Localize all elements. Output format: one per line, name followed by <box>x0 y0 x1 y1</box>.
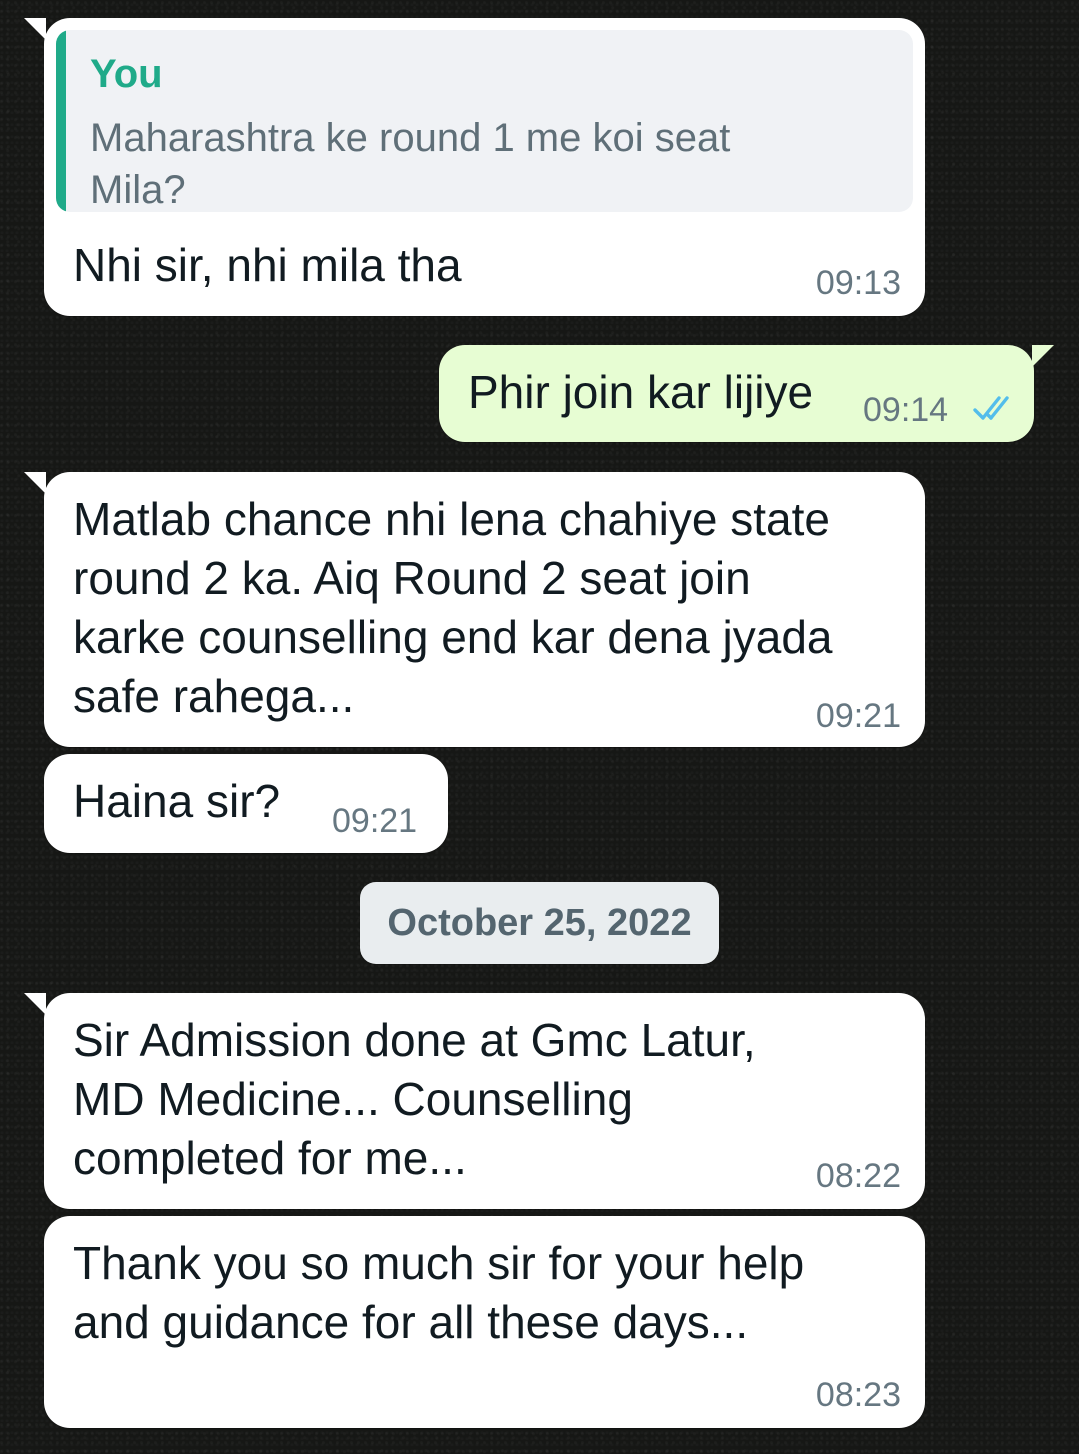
message-text: Thank you so much sir for your help and … <box>73 1237 805 1348</box>
message-text: Matlab chance nhi lena chahiye state rou… <box>73 493 833 722</box>
message-time: 08:23 <box>815 1376 901 1414</box>
message-bubble-incoming[interactable]: You Maharashtra ke round 1 me koi seat M… <box>24 18 925 316</box>
message-text: Nhi sir, nhi mila tha <box>73 239 462 291</box>
message-text: Phir join kar lijiye <box>468 366 814 418</box>
message-time: 08:22 <box>815 1157 901 1195</box>
message-bubble-outgoing[interactable]: Phir join kar lijiye 09:14 <box>439 345 1054 442</box>
message-bubble-incoming[interactable]: Haina sir? 09:21 <box>44 754 448 853</box>
message-text: Haina sir? <box>73 775 281 827</box>
message-time: 09:13 <box>815 264 901 302</box>
message-time: 09:14 <box>863 391 949 429</box>
message-text: Sir Admission done at Gmc Latur, MD Medi… <box>73 1014 756 1184</box>
message-bubble-incoming[interactable]: Thank you so much sir for your help and … <box>44 1216 925 1428</box>
quoted-reply[interactable]: You Maharashtra ke round 1 me koi seat M… <box>56 30 913 212</box>
message-time: 09:21 <box>815 697 901 735</box>
message-time: 09:21 <box>332 802 418 840</box>
quote-author: You <box>90 52 163 96</box>
message-bubble-incoming[interactable]: Sir Admission done at Gmc Latur, MD Medi… <box>24 993 925 1209</box>
quote-text: Maharashtra ke round 1 me koi seat Mila? <box>90 116 731 212</box>
date-separator: October 25, 2022 <box>360 882 719 964</box>
message-bubble-incoming[interactable]: Matlab chance nhi lena chahiye state rou… <box>24 472 925 747</box>
double-check-read-icon <box>973 396 1009 420</box>
quote-accent-bar <box>56 30 66 212</box>
